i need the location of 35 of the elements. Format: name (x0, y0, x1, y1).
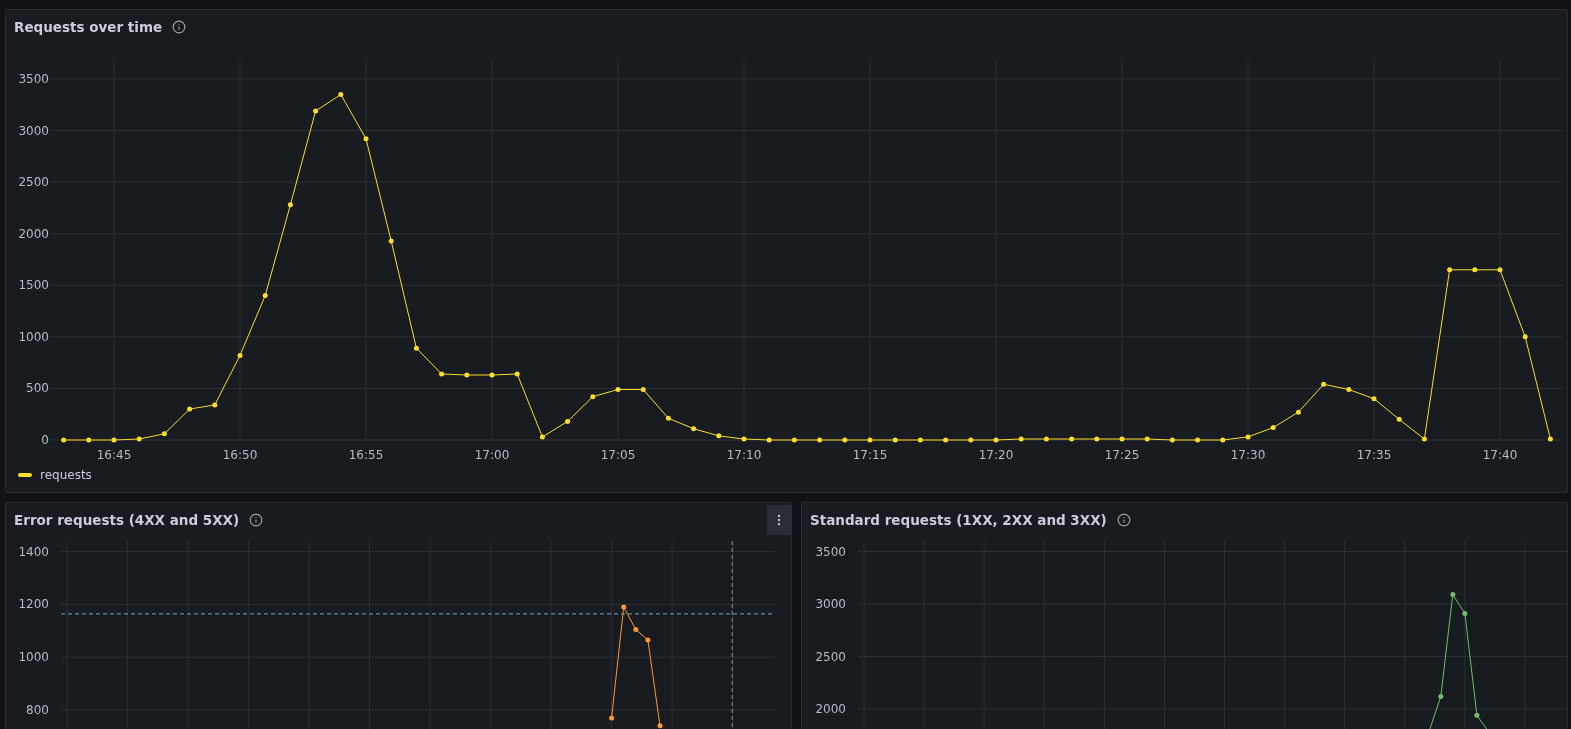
info-icon[interactable] (172, 20, 187, 34)
panel-title: Standard requests (1XX, 2XX and 3XX) (810, 512, 1107, 528)
axis-label: 2000 (815, 702, 846, 717)
legend-label[interactable]: requests (40, 467, 92, 483)
axis-label: 3000 (815, 597, 846, 611)
axis-label: 17:20 (978, 448, 1014, 462)
axis-label: 1200 (18, 597, 49, 612)
axis-label: 16:55 (348, 448, 384, 462)
axis-label: 2500 (18, 175, 49, 190)
axis-label: 2500 (815, 649, 846, 664)
axis-label: 800 (26, 703, 49, 717)
axis-label: 3500 (815, 544, 846, 559)
panel-title: Requests over time (14, 19, 163, 35)
axis-label: 17:15 (852, 448, 888, 462)
axis-label: 1000 (18, 650, 49, 665)
axis-label: 1500 (18, 278, 49, 293)
info-icon[interactable] (1116, 513, 1131, 527)
axis-label: 17:25 (1104, 448, 1140, 462)
axis-label: 17:00 (474, 448, 510, 462)
panel-title: Error requests (4XX and 5XX) (14, 512, 240, 528)
info-icon[interactable] (249, 513, 264, 527)
axis-label: 2000 (18, 226, 49, 241)
axis-label: 17:40 (1482, 448, 1518, 462)
axis-label: 17:35 (1356, 448, 1392, 462)
axis-label: 17:30 (1230, 448, 1266, 462)
axis-label: 17:10 (726, 448, 762, 462)
axis-label: 1000 (18, 329, 49, 344)
axis-label: 0 (41, 433, 49, 447)
axis-label: 3000 (18, 123, 49, 138)
axis-label: 1400 (18, 544, 49, 559)
axis-label: 3500 (18, 72, 49, 86)
axis-label: 16:50 (222, 448, 258, 462)
axis-label: 16:45 (96, 448, 132, 462)
axis-label: 17:05 (600, 448, 636, 462)
axis-label: 500 (26, 381, 49, 396)
